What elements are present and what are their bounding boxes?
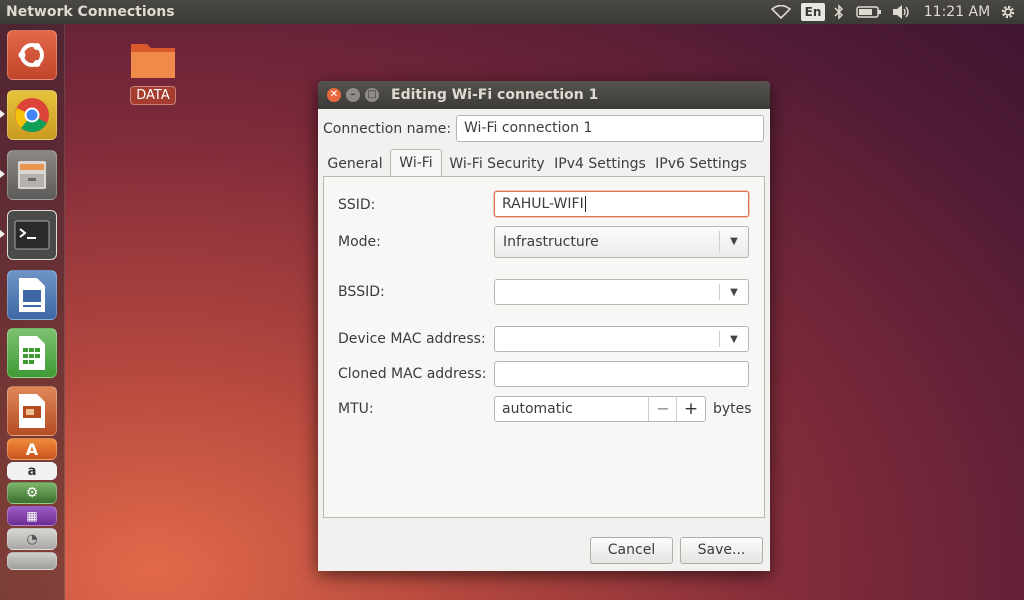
spin-separator [648,397,649,421]
amazon-icon: a [27,463,37,479]
system-settings-launcher[interactable]: ⚙ [7,482,57,504]
workspace-switcher-launcher[interactable]: ▦ [7,506,57,526]
increment-button[interactable]: + [677,397,705,421]
connection-name-input[interactable]: Wi-Fi connection 1 [456,115,764,142]
chevron-down-icon: ▼ [730,236,738,247]
spreadsheet-icon [19,336,45,370]
dialog-titlebar[interactable]: ✕ – □ Editing Wi-Fi connection 1 [318,81,770,109]
decrement-button[interactable]: − [650,397,676,421]
impress-launcher[interactable] [7,386,57,436]
chevron-down-icon[interactable]: ▼ [720,327,748,351]
cloned-mac-input[interactable] [494,361,749,387]
file-cabinet-icon [18,161,46,189]
chrome-launcher[interactable] [7,90,57,140]
bssid-combo[interactable]: ▼ [494,279,749,305]
bssid-label: BSSID: [338,284,385,300]
launcher: A a ⚙ ▦ ◔ [0,24,65,600]
running-indicator [0,230,5,238]
device-mac-combo[interactable]: ▼ [494,326,749,352]
settings-wrench-icon: ⚙ [25,485,39,501]
mode-value: Infrastructure [503,234,599,250]
shopping-bag-icon: A [25,439,39,459]
device-mac-label: Device MAC address: [338,331,486,347]
chrome-icon [15,98,49,133]
mode-select[interactable]: Infrastructure ▼ [494,226,749,258]
folder-icon [131,44,175,78]
save-button[interactable]: Save... [680,537,763,564]
chevron-down-icon[interactable]: ▼ [720,280,748,304]
bluetooth-icon[interactable] [830,0,848,24]
volume-icon[interactable] [889,0,913,24]
clock-text: 11:21 AM [923,4,991,20]
keyboard-layout-indicator[interactable]: En [800,0,826,24]
maximize-icon[interactable]: □ [365,88,379,102]
writer-launcher[interactable] [7,270,57,320]
device-mac-input[interactable] [495,326,715,352]
text-cursor [584,196,586,212]
wifi-icon[interactable] [768,0,794,24]
workspace-grid-icon: ▦ [26,509,38,523]
app-title: Network Connections [6,4,175,20]
mtu-unit-label: bytes [713,401,752,417]
running-indicator [0,170,5,178]
gear-icon[interactable] [996,0,1020,24]
presentation-icon [19,394,45,428]
terminal-launcher[interactable] [7,210,57,260]
mode-label: Mode: [338,234,381,250]
calc-launcher[interactable] [7,328,57,378]
file-manager-launcher[interactable] [7,150,57,200]
ubuntu-dash-button[interactable] [7,30,57,80]
ubuntu-logo-icon [18,43,44,67]
mtu-label: MTU: [338,401,374,417]
ssid-input[interactable]: RAHUL-WIFI [494,191,749,217]
ssid-label: SSID: [338,197,376,213]
battery-icon[interactable] [855,0,883,24]
running-indicator [0,110,5,118]
writer-document-icon [19,278,45,312]
cancel-button[interactable]: Cancel [590,537,673,564]
language-badge: En [800,3,826,21]
terminal-icon [14,220,50,250]
dialog-title: Editing Wi-Fi connection 1 [391,87,599,103]
clock[interactable]: 11:21 AM [922,0,992,24]
top-panel: Network Connections En 11:21 AM [0,0,1024,24]
bssid-input[interactable] [495,279,715,305]
tab-ipv6-settings[interactable]: IPv6 Settings [652,151,750,177]
cloned-mac-label: Cloned MAC address: [338,366,487,382]
edit-connection-dialog: ✕ – □ Editing Wi-Fi connection 1 Connect… [318,81,770,571]
trash-launcher-stack[interactable] [7,552,57,570]
minimize-icon[interactable]: – [346,88,360,102]
tab-wifi-security[interactable]: Wi-Fi Security [446,151,548,177]
tab-general[interactable]: General [324,151,386,177]
folder-label: DATA [130,86,176,105]
trash-icon: ◔ [26,531,38,547]
ssid-value: RAHUL-WIFI [502,196,584,212]
amazon-launcher[interactable]: a [7,462,57,480]
software-center-launcher[interactable]: A [7,438,57,460]
trash-launcher[interactable]: ◔ [7,528,57,550]
mtu-value: automatic [502,401,573,417]
desktop-folder-data[interactable]: DATA [128,40,178,105]
tab-wifi[interactable]: Wi-Fi [390,149,442,176]
mtu-spinbutton[interactable]: automatic − + [494,396,706,422]
connection-name-label: Connection name: [323,121,452,137]
close-icon[interactable]: ✕ [327,88,341,102]
tab-ipv4-settings[interactable]: IPv4 Settings [552,151,648,177]
